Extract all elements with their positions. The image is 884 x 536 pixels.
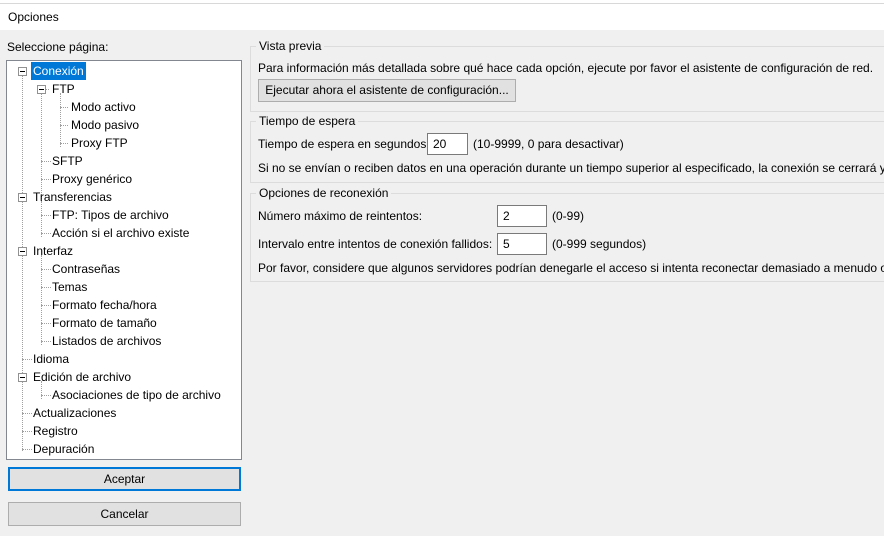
tree-line (60, 93, 61, 147)
tree-item-actualizaciones[interactable]: Actualizaciones (31, 404, 118, 422)
retries-label: Número máximo de reintentos: (258, 209, 423, 223)
tree-line (60, 107, 68, 108)
window-title: Opciones (8, 10, 59, 24)
max-retries-input[interactable]: 2 (497, 205, 547, 227)
timeout-note: Si no se envían o reciben datos en una o… (258, 161, 884, 175)
tree-item-ftp[interactable]: FTP (50, 80, 77, 98)
tree-item-asociaciones-tipo-archivo[interactable]: Asociaciones de tipo de archivo (50, 386, 223, 404)
timeout-label: Tiempo de espera en segundos: (258, 137, 430, 151)
collapse-icon[interactable] (18, 373, 27, 382)
tree-item-idioma[interactable]: Idioma (31, 350, 71, 368)
collapse-icon[interactable] (18, 67, 27, 76)
tree-line (60, 143, 68, 144)
reconnect-group-title: Opciones de reconexión (256, 186, 392, 200)
tree-item-modo-activo[interactable]: Modo activo (69, 98, 138, 116)
tree-item-conexion[interactable]: Conexión (31, 62, 86, 80)
retries-hint: (0-99) (552, 209, 585, 223)
tree-item-contrasenas[interactable]: Contraseñas (50, 260, 122, 278)
tree-item-registro[interactable]: Registro (31, 422, 80, 440)
tree-item-formato-fecha-hora[interactable]: Formato fecha/hora (50, 296, 159, 314)
accept-button[interactable]: Aceptar (8, 467, 241, 491)
select-page-label: Seleccione página: (7, 40, 109, 54)
collapse-icon[interactable] (37, 85, 46, 94)
interval-label: Intervalo entre intentos de conexión fal… (258, 237, 493, 251)
tree-line (41, 93, 42, 201)
tree-item-sftp[interactable]: SFTP (50, 152, 85, 170)
tree-line (22, 75, 23, 451)
tree-item-accion-archivo-existe[interactable]: Acción si el archivo existe (50, 224, 191, 242)
timeout-group-title: Tiempo de espera (256, 114, 359, 128)
page-tree[interactable]: Conexión FTP Modo activo Modo pasivo Pro… (6, 60, 242, 460)
tree-item-temas[interactable]: Temas (50, 278, 89, 296)
tree-item-depuracion[interactable]: Depuración (31, 440, 96, 458)
preview-description: Para información más detallada sobre qué… (258, 61, 874, 75)
tree-item-listados-archivos[interactable]: Listados de archivos (50, 332, 163, 350)
preview-group-title: Vista previa (256, 39, 325, 53)
timeout-seconds-input[interactable]: 20 (427, 133, 468, 155)
interval-hint: (0-999 segundos) (552, 237, 647, 251)
tree-item-edicion-archivo[interactable]: Edición de archivo (31, 368, 133, 386)
tree-item-proxy-generico[interactable]: Proxy genérico (50, 170, 134, 188)
tree-line (41, 201, 42, 237)
tree-item-modo-pasivo[interactable]: Modo pasivo (69, 116, 141, 134)
retry-interval-input[interactable]: 5 (497, 233, 547, 255)
collapse-icon[interactable] (18, 193, 27, 202)
collapse-icon[interactable] (18, 247, 27, 256)
title-bar: Opciones (0, 4, 884, 30)
tree-item-proxy-ftp[interactable]: Proxy FTP (69, 134, 130, 152)
tree-item-formato-tamano[interactable]: Formato de tamaño (50, 314, 159, 332)
cancel-button[interactable]: Cancelar (8, 502, 241, 526)
tree-item-transferencias[interactable]: Transferencias (31, 188, 114, 206)
reconnect-note: Por favor, considere que algunos servido… (258, 261, 884, 275)
tree-line (60, 125, 68, 126)
run-wizard-button[interactable]: Ejecutar ahora el asistente de configura… (258, 79, 516, 102)
tree-item-ftp-tipos-archivo[interactable]: FTP: Tipos de archivo (50, 206, 171, 224)
tree-item-interfaz[interactable]: Interfaz (31, 242, 75, 260)
timeout-hint: (10-9999, 0 para desactivar) (473, 137, 624, 151)
